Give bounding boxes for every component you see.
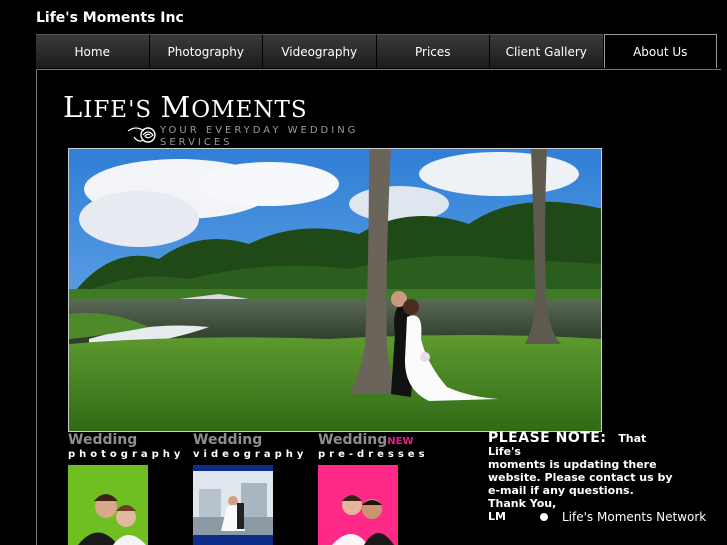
- nav-about-us[interactable]: About Us: [603, 34, 717, 68]
- pre-dresses-thumbnail[interactable]: [318, 465, 398, 545]
- new-badge: NEW: [387, 436, 414, 447]
- photography-thumbnail[interactable]: [68, 465, 148, 545]
- service-pre-dresses[interactable]: WeddingNEW pre-dresses: [318, 432, 438, 461]
- hero-photo: [68, 148, 602, 432]
- network-link[interactable]: Life's Moments Network: [540, 510, 706, 524]
- videography-thumbnail[interactable]: [193, 465, 273, 545]
- notice-line: Life's: [488, 445, 521, 458]
- nav-videography[interactable]: Videography: [263, 34, 377, 68]
- notice-line: e-mail if any questions.: [488, 484, 634, 497]
- nav-photography[interactable]: Photography: [149, 34, 263, 68]
- service-title-text: Wedding: [318, 432, 388, 448]
- nav-client-gallery[interactable]: Client Gallery: [490, 34, 604, 68]
- service-videography[interactable]: Wedding videography: [193, 432, 313, 461]
- service-subtitle: videography: [193, 449, 308, 460]
- notice-line: That: [618, 432, 647, 445]
- notice-line: moments is updating there: [488, 458, 657, 471]
- notice-line: LM: [488, 510, 506, 523]
- notice-heading: PLEASE NOTE:: [488, 430, 607, 446]
- network-label: Life's Moments Network: [562, 510, 707, 524]
- nav-home[interactable]: Home: [36, 34, 150, 68]
- couple-building-image: [193, 465, 273, 545]
- service-photography[interactable]: Wedding photography: [68, 432, 188, 461]
- main-nav: Home Photography Videography Prices Clie…: [36, 34, 717, 68]
- rose-icon: [127, 127, 156, 143]
- service-title: Wedding: [193, 432, 263, 448]
- service-title: Wedding: [68, 432, 138, 448]
- service-subtitle: pre-dresses: [318, 449, 429, 460]
- nav-prices[interactable]: Prices: [376, 34, 490, 68]
- wedding-couple-photo: [69, 149, 601, 431]
- service-title: WeddingNEW: [318, 432, 438, 448]
- couple-pink-image: [318, 465, 398, 545]
- notice-line: website. Please contact us by: [488, 471, 673, 484]
- service-subtitle: photography: [68, 449, 185, 460]
- site-title: Life's Moments Inc: [36, 10, 184, 26]
- notice-line: Thank You,: [488, 497, 557, 510]
- logo-text: LIFE'S MOMENTS: [63, 90, 308, 124]
- couple-kiss-image: [68, 465, 148, 545]
- bullet-icon: [540, 513, 548, 521]
- tagline: YOUR EVERYDAY WEDDING SERVICES: [160, 125, 359, 148]
